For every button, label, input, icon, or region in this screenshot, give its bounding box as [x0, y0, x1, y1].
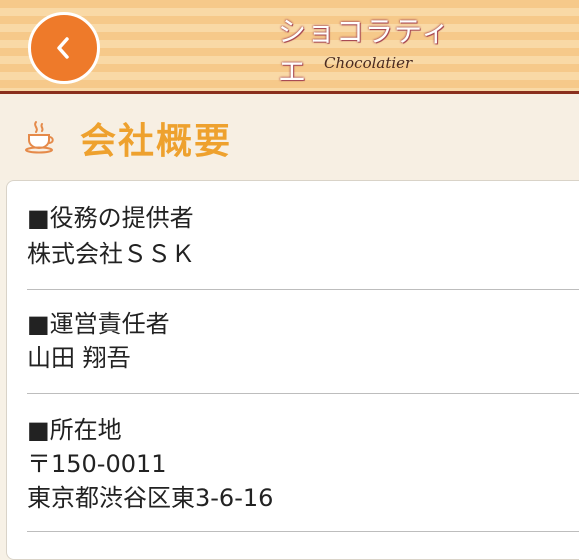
section-address-heading: ■所在地: [27, 416, 122, 444]
brand-name-jp: ショコラティエ: [278, 15, 451, 88]
page-title: 会社概要: [80, 121, 233, 162]
section-address-postal: 〒150-0011: [27, 450, 167, 478]
back-button[interactable]: [28, 12, 100, 84]
section-address-street: 東京都渋谷区東3-6-16: [27, 484, 274, 512]
coffee-cup-icon: [25, 121, 54, 154]
divider: [27, 393, 579, 394]
divider: [27, 289, 579, 290]
app-header: ショコラティエ Chocolatier: [0, 0, 579, 94]
section-provider-heading: ■役務の提供者: [27, 204, 194, 232]
section-provider-value: 株式会社ＳＳＫ: [27, 240, 195, 268]
company-info-card: ■役務の提供者 株式会社ＳＳＫ ■運営責任者 山田 翔吾 ■所在地 〒150-0…: [6, 180, 579, 560]
divider: [27, 531, 579, 532]
brand-name-en: Chocolatier: [324, 54, 413, 72]
brand-logo: ショコラティエ Chocolatier: [272, 10, 472, 88]
section-manager-value: 山田 翔吾: [27, 344, 131, 372]
chevron-left-icon: [57, 37, 69, 59]
section-manager-heading: ■運営責任者: [27, 310, 170, 338]
